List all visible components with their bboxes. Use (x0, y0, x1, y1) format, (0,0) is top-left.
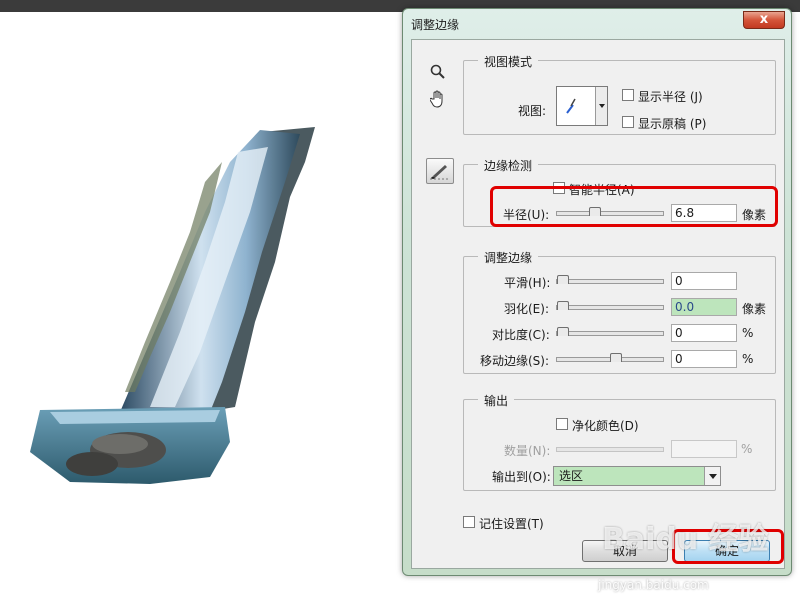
decontaminate-checkbox[interactable] (556, 418, 568, 430)
zoom-tool-icon[interactable] (428, 64, 448, 84)
smooth-slider[interactable] (556, 275, 664, 284)
smart-radius-checkbox[interactable] (553, 182, 565, 194)
radius-input[interactable]: 6.8 (671, 204, 737, 222)
view-label: 视图: (518, 104, 547, 118)
waterfall-image (30, 127, 315, 484)
shift-edge-label: 移动边缘(S): (480, 354, 550, 368)
output-to-label: 输出到(O): (492, 470, 551, 484)
show-radius-checkbox[interactable] (622, 89, 634, 101)
feather-unit: 像素 (742, 302, 767, 316)
feather-label: 羽化(E): (504, 302, 549, 316)
brush-icon (430, 165, 448, 180)
view-preview-icon (566, 98, 576, 114)
shift-edge-unit: % (742, 352, 754, 366)
radius-label: 半径(U): (503, 208, 550, 222)
remember-settings-label: 记住设置(T) (479, 517, 544, 531)
smooth-label: 平滑(H): (504, 276, 551, 290)
show-radius-label: 显示半径 (J) (638, 90, 703, 104)
close-button[interactable]: x (743, 11, 785, 29)
amount-label: 数量(N): (504, 444, 551, 458)
chevron-down-icon (595, 87, 607, 125)
edge-detection-legend: 边缘检测 (478, 157, 539, 174)
view-mode-legend: 视图模式 (478, 53, 539, 70)
view-mode-group: 视图模式 (463, 53, 776, 135)
output-legend: 输出 (478, 392, 515, 409)
contrast-slider[interactable] (556, 327, 664, 336)
dialog-title: 调整边缘 (411, 18, 460, 32)
refine-edge-dialog: 调整边缘 x 视图模式 视图: 显示半径 (J) 显示原稿 (P) 边缘检测 智… (402, 8, 792, 576)
contrast-unit: % (742, 326, 754, 340)
radius-unit: 像素 (742, 208, 767, 222)
radius-slider[interactable] (556, 207, 664, 216)
remember-settings-checkbox[interactable] (463, 516, 475, 528)
chevron-down-icon (704, 467, 720, 485)
feather-slider[interactable] (556, 301, 664, 310)
watermark-url: jingyan.baidu.com (598, 578, 709, 592)
dialog-body: 视图模式 视图: 显示半径 (J) 显示原稿 (P) 边缘检测 智能半径(A) … (411, 39, 785, 569)
contrast-input[interactable]: 0 (671, 324, 737, 342)
refine-radius-tool-button[interactable] (426, 158, 454, 184)
view-mode-select[interactable] (556, 86, 608, 126)
contrast-label: 对比度(C): (492, 328, 550, 342)
smooth-input[interactable]: 0 (671, 272, 737, 290)
feather-input[interactable]: 0.0 (671, 298, 737, 316)
shift-edge-input[interactable]: 0 (671, 350, 737, 368)
decontaminate-label: 净化颜色(D) (572, 419, 639, 433)
baidu-watermark: Baidu 经验 (602, 522, 769, 557)
shift-edge-slider[interactable] (556, 353, 664, 362)
amount-input (671, 440, 737, 458)
output-to-value: 选区 (559, 469, 584, 483)
smart-radius-label: 智能半径(A) (569, 183, 635, 197)
dialog-title-bar[interactable]: 调整边缘 x (403, 9, 791, 37)
output-to-select[interactable]: 选区 (553, 466, 721, 486)
show-original-label: 显示原稿 (P) (638, 117, 707, 131)
amount-slider (556, 447, 664, 452)
amount-unit: % (741, 442, 753, 456)
hand-tool-icon[interactable] (428, 90, 448, 110)
document-canvas[interactable] (0, 12, 410, 600)
show-original-checkbox[interactable] (622, 116, 634, 128)
adjust-edge-legend: 调整边缘 (478, 249, 539, 266)
